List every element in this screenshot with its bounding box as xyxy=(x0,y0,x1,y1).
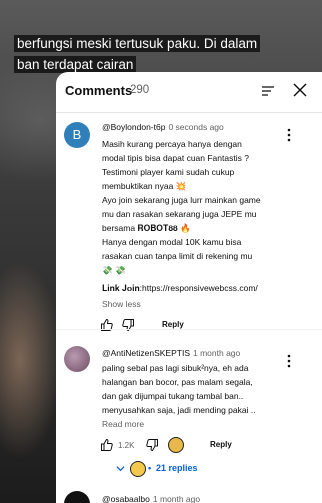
caption-line-2: ban terdapat cairan xyxy=(14,56,137,73)
comment-line: membuktikan nyaa 💥 xyxy=(102,181,187,191)
comment-author[interactable]: @Boylondon-t6p xyxy=(102,122,165,132)
comment-body: paling sebal pas lagi sibuk²nya, eh ada … xyxy=(102,361,302,417)
avatar[interactable] xyxy=(64,346,90,372)
chevron-down-icon xyxy=(116,466,125,472)
divider xyxy=(56,329,322,330)
thumbs-up-icon[interactable] xyxy=(100,438,114,452)
comment-line: modal tipis bisa dapat cuan Fantastis ? xyxy=(102,153,249,163)
comment-line: Testimoni player kami sudah cukup xyxy=(102,167,235,177)
avatar-letter: B xyxy=(72,127,82,142)
reply-button[interactable]: Reply xyxy=(210,440,232,449)
comment-line: menyusahkan saja, jadi mending pakai .. xyxy=(102,405,256,415)
comment-line: Masih kurang percaya hanya dengan xyxy=(102,139,242,149)
link-url[interactable]: https://responsivewebcss.com/ xyxy=(142,283,258,293)
comment-meta: @AntiNetizenSKEPTIS 1 month ago xyxy=(102,348,240,358)
comment-actions: 1.2K Reply xyxy=(100,437,300,454)
comment-author[interactable]: @AntiNetizenSKEPTIS xyxy=(102,348,190,358)
avatar[interactable] xyxy=(64,491,90,503)
comment-line: Hanya dengan modal 10K kamu bisa xyxy=(102,237,242,247)
sort-icon[interactable] xyxy=(260,83,276,99)
avatar[interactable]: B xyxy=(64,122,90,148)
close-icon[interactable] xyxy=(291,81,309,99)
reply-button[interactable]: Reply xyxy=(162,320,184,329)
comment-time: 0 seconds ago xyxy=(168,122,224,132)
comment-line: rasakan cuan tanpa limit di rekening mu xyxy=(102,251,253,261)
comment-line: bersama 𝐑𝐎𝐁𝐎𝐓𝟖𝟖 🔥 xyxy=(102,223,191,233)
read-more-button[interactable]: Read more xyxy=(102,419,144,429)
comment-actions: Reply xyxy=(100,318,300,334)
comment-body: Masih kurang percaya hanya dengan modal … xyxy=(102,137,302,277)
comment-time: 1 month ago xyxy=(152,494,201,503)
comment-link: 𝐋𝐢𝐧𝐤 𝐉𝐨𝐢𝐧:https://responsivewebcss.com/ xyxy=(102,283,258,294)
comments-header: Comments 290 xyxy=(56,72,322,113)
thumbs-down-icon[interactable] xyxy=(145,438,159,452)
comments-title: Comments xyxy=(65,83,133,98)
comment-time: 1 month ago xyxy=(193,348,241,358)
comment-meta: @osabaalbo 1 month ago xyxy=(102,494,200,503)
show-less-button[interactable]: Show less xyxy=(102,299,141,309)
comment-line: dan gak dijumpai tukang tambal ban.. xyxy=(102,391,244,401)
link-label: 𝐋𝐢𝐧𝐤 𝐉𝐨𝐢𝐧: xyxy=(102,283,143,293)
comment-author[interactable]: @osabaalbo xyxy=(102,494,150,503)
comment-line: Ayo join sekarang juga lurr mainkan game xyxy=(102,195,261,205)
creator-avatar xyxy=(130,461,146,477)
comment-line: halangan ban bocor, pas malam segala, xyxy=(102,377,253,387)
caption-line-1: berfungsi meski tertusuk paku. Di dalam xyxy=(14,35,261,52)
comments-count: 290 xyxy=(130,84,150,96)
like-count: 1.2K xyxy=(118,441,135,450)
replies-count[interactable]: 21 replies xyxy=(156,463,198,473)
comment-meta: @Boylondon-t6p 0 seconds ago xyxy=(102,122,224,132)
creator-heart-avatar xyxy=(168,437,184,453)
comment-line: 💸 💸 xyxy=(102,265,126,275)
comment-line: mu dan rasakan sekarang juga JEPE mu xyxy=(102,209,257,219)
video-caption: berfungsi meski tertusuk paku. Di dalam … xyxy=(14,33,314,75)
comments-panel: Comments 290 B @Boylondon-t6p 0 seconds a… xyxy=(56,72,322,503)
replies-separator: • xyxy=(148,463,152,473)
comment-line: paling sebal pas lagi sibuk²nya, eh ada xyxy=(102,363,249,373)
